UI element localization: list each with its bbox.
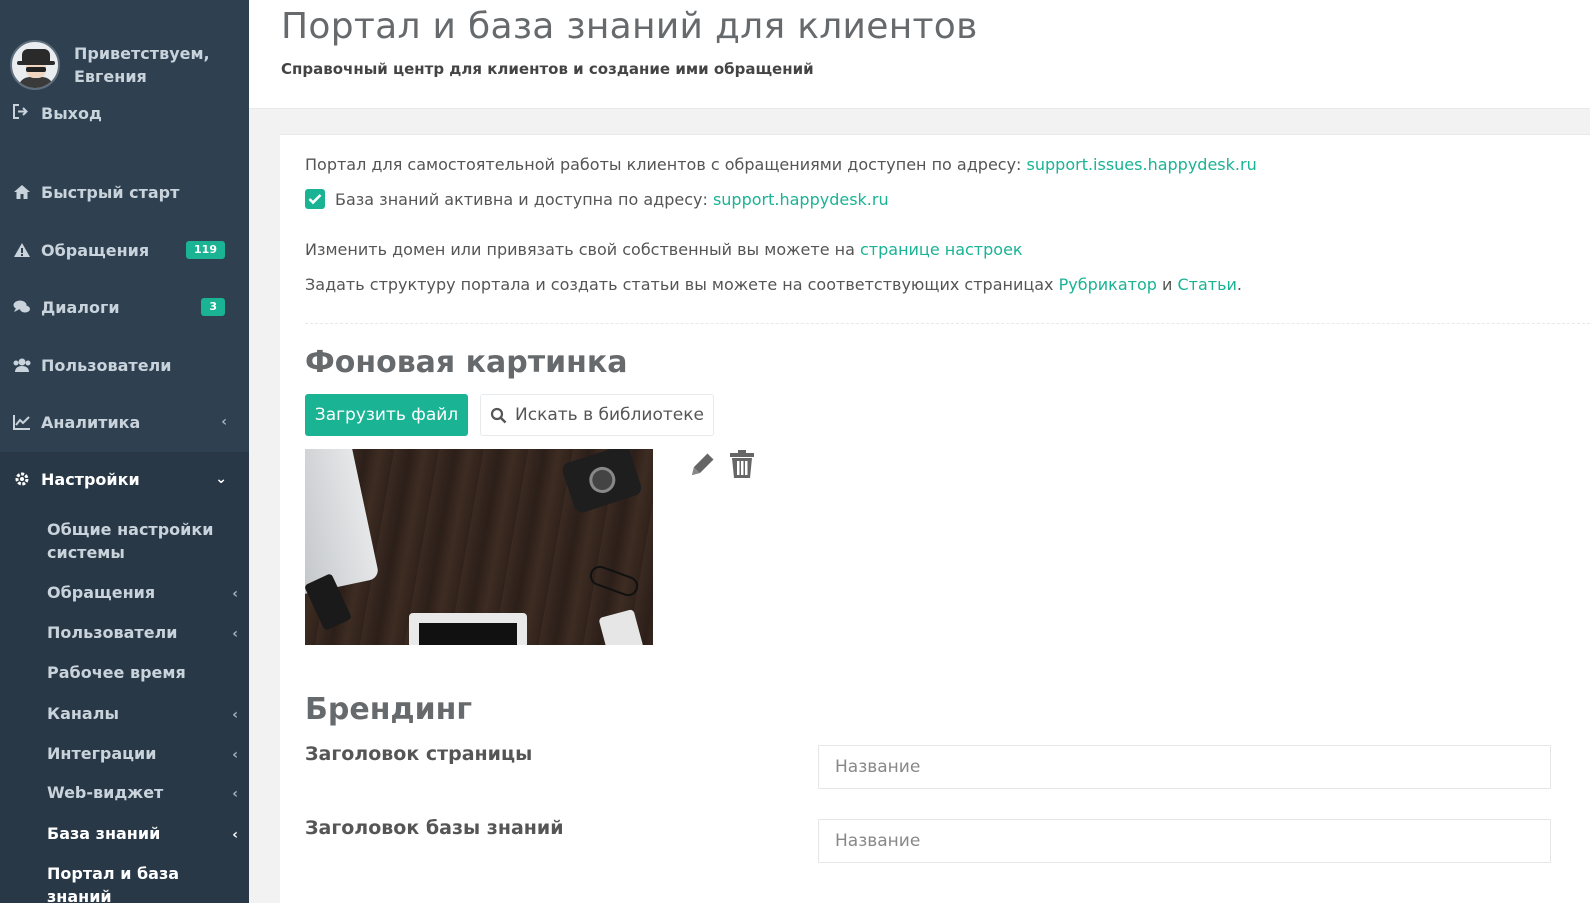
kb-address-link[interactable]: support.happydesk.ru [713,190,889,209]
chevron-left-icon: ‹ [232,586,238,602]
tickets-count-badge: 119 [186,241,225,259]
chevron-left-icon: ‹ [232,827,238,843]
search-library-button[interactable]: Искать в библиотеке [480,394,714,436]
main-content: Портал для самостоятельной работы клиент… [280,134,1590,903]
sub-item-label: Общие настройки системы [47,520,214,562]
kb-active-checkbox[interactable] [305,188,325,209]
sub-item-working-hours[interactable]: Рабочее время [47,661,242,684]
settings-page-link[interactable]: странице настроек [860,240,1023,259]
chat-icon [12,297,32,317]
kb-active-label: База знаний активна и доступна по адресу… [335,190,713,209]
users-icon [12,355,32,375]
sub-item-portal-kb[interactable]: Портал и база знаний [47,862,242,903]
nav-item-dialogs[interactable]: Диалоги 3 [0,287,249,327]
sub-item-integrations[interactable]: Интеграции ‹ [47,742,242,765]
sub-item-label: Рабочее время [47,663,186,682]
upload-file-button[interactable]: Загрузить файл [305,394,468,436]
chevron-left-icon: ‹ [221,414,227,430]
page-title: Портал и база знаний для клиентов [281,6,978,47]
nav-item-tickets[interactable]: Обращения 119 [0,230,249,270]
nav-item-users[interactable]: Пользователи [0,345,249,385]
portal-address-text: Портал для самостоятельной работы клиент… [305,155,1257,174]
page-subtitle: Справочный центр для клиентов и создание… [281,60,814,78]
sub-item-web-widget[interactable]: Web-виджет ‹ [47,781,242,804]
logout-icon [12,104,29,123]
domain-settings-text: Изменить домен или привязать свой собств… [305,240,1023,259]
background-section-title: Фоновая картинка [305,345,628,380]
branding-section-title: Брендинг [305,692,473,727]
rubricator-link[interactable]: Рубрикатор [1059,275,1157,294]
gear-icon [12,469,32,489]
nav-item-settings[interactable]: Настройки ⌄ [0,459,249,499]
search-icon [490,407,507,423]
kb-active-row: База знаний активна и доступна по адресу… [305,188,889,211]
articles-link[interactable]: Статьи [1177,275,1236,294]
sub-item-tickets[interactable]: Обращения ‹ [47,581,242,604]
structure-and: и [1156,275,1178,294]
chevron-down-icon: ⌄ [215,471,227,487]
background-image-preview [305,449,653,645]
nav-item-quick-start[interactable]: Быстрый старт [0,172,249,212]
logout-link[interactable]: Выход [12,104,102,123]
trash-icon[interactable] [728,449,756,483]
user-profile: Приветствуем, Евгения [10,40,210,90]
nav-item-label: Диалоги [41,297,120,317]
greeting-text: Приветствуем, Евгения [74,44,210,86]
structure-label: Задать структуру портала и создать стать… [305,275,1059,294]
nav-item-analytics[interactable]: Аналитика ‹ [0,402,249,442]
kb-title-label: Заголовок базы знаний [305,817,564,839]
page-title-label: Заголовок страницы [305,743,533,765]
sub-item-label: Web-виджет [47,783,164,802]
sub-item-label: Обращения [47,583,156,602]
sub-item-knowledge-base[interactable]: База знаний ‹ [47,822,242,845]
sub-item-label: Интеграции [47,744,157,763]
sidebar: Приветствуем, Евгения Выход Быстрый стар… [0,0,249,903]
divider [305,323,1590,324]
portal-address-label: Портал для самостоятельной работы клиент… [305,155,1027,174]
sub-item-label: Каналы [47,704,119,723]
portal-address-link[interactable]: support.issues.happydesk.ru [1027,155,1257,174]
sub-item-label: База знаний [47,824,161,843]
chevron-left-icon: ‹ [232,626,238,642]
nav-item-label: Настройки [41,469,140,489]
nav-item-label: Пользователи [41,355,172,375]
kb-title-input[interactable] [818,819,1551,863]
sub-item-general-settings[interactable]: Общие настройки системы [47,518,242,564]
nav-item-label: Аналитика [41,412,141,432]
chevron-left-icon: ‹ [232,747,238,763]
dialogs-count-badge: 3 [201,298,225,316]
page-header: Портал и база знаний для клиентов Справо… [249,0,1590,109]
domain-settings-label: Изменить домен или привязать свой собств… [305,240,860,259]
warning-icon [12,240,32,260]
page-title-input[interactable] [818,745,1551,789]
chevron-left-icon: ‹ [232,707,238,723]
sub-item-users[interactable]: Пользователи ‹ [47,621,242,644]
sub-item-label: Портал и база знаний [47,864,180,903]
nav-item-label: Быстрый старт [41,182,180,202]
chevron-left-icon: ‹ [232,786,238,802]
avatar[interactable] [10,40,60,90]
sub-item-channels[interactable]: Каналы ‹ [47,702,242,725]
search-library-label: Искать в библиотеке [515,405,704,425]
chart-line-icon [12,412,32,432]
structure-dot: . [1236,275,1243,294]
sub-item-label: Пользователи [47,623,178,642]
structure-text: Задать структуру портала и создать стать… [305,275,1242,294]
pencil-icon[interactable] [688,449,718,483]
logout-label: Выход [41,104,102,123]
nav-item-label: Обращения [41,240,150,260]
home-icon [12,182,32,202]
check-icon [308,193,322,204]
